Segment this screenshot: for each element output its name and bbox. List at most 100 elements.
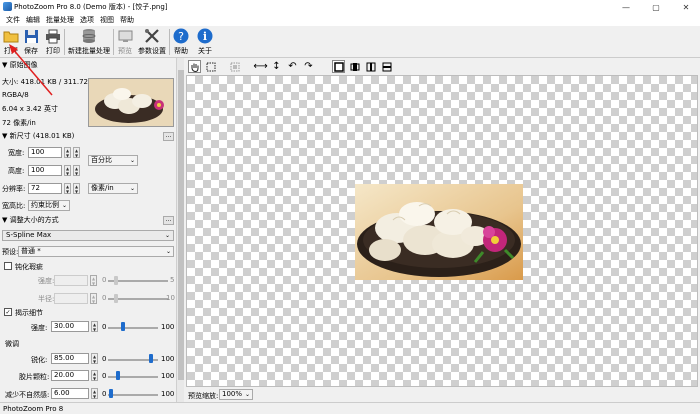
radius-max: 10 (166, 294, 175, 302)
resolution-spinner-alt[interactable]: ▲ ▼ (73, 183, 80, 194)
fit-width-icon[interactable]: ⟷ (253, 60, 267, 73)
status-text: PhotoZoom Pro 8 (3, 405, 64, 413)
sharpen-spinner[interactable]: ▲ ▼ (91, 353, 98, 364)
split-vertical-icon[interactable] (348, 60, 361, 73)
detail-label: 揭示细节 (15, 309, 43, 317)
chevron-down-icon: ⌄ (164, 232, 170, 239)
toolbar: 打开 保存 打印 新建批量处理 预览 参数设置 ? 帮助 i 关于 (0, 26, 700, 58)
film-grain-input[interactable]: 20.00 (51, 370, 89, 381)
fit-selection-icon[interactable] (228, 60, 241, 73)
preset-select[interactable]: 普通 * ⌄ (18, 246, 174, 257)
strength-slider-thumb[interactable] (114, 276, 118, 285)
settings-button[interactable]: 参数设置 (137, 27, 167, 57)
size-unit-select[interactable]: 百分比 ⌄ (88, 155, 138, 166)
resolution-input[interactable]: 72 (28, 183, 62, 194)
noise-checkbox[interactable] (4, 262, 12, 270)
resize-section-header[interactable]: ▼ 调整大小的方式 (2, 215, 59, 225)
film-grain-spinner[interactable]: ▲ ▼ (91, 370, 98, 381)
minimize-button[interactable]: — (612, 0, 640, 14)
panel-scrollbar[interactable] (176, 58, 184, 402)
newsize-more-button[interactable]: … (163, 132, 174, 141)
zoom-label: 预览缩放: (188, 392, 219, 400)
strength-label: 强度: (38, 277, 55, 285)
newsize-section-header[interactable]: ▼ 新尺寸 (418.01 KB) (2, 131, 74, 141)
menu-bar: 文件 编辑 批量处理 选项 视图 帮助 (0, 14, 700, 26)
strength-max: 5 (170, 276, 175, 284)
detail-checkbox[interactable]: ✓ (4, 308, 12, 316)
radius-input[interactable] (54, 293, 88, 304)
database-icon (80, 27, 98, 45)
height-spinner[interactable]: ▲ ▼ (64, 165, 71, 176)
width-spinner-alt[interactable]: ▲ ▼ (73, 147, 80, 158)
width-spinner[interactable]: ▲ ▼ (64, 147, 71, 158)
svg-text:?: ? (178, 30, 184, 43)
artifact-spinner[interactable]: ▲ ▼ (91, 388, 98, 399)
detail-strength-slider-thumb[interactable] (121, 322, 125, 331)
artifact-slider[interactable] (108, 394, 158, 396)
menu-batch[interactable]: 批量处理 (43, 14, 77, 26)
strength-input[interactable] (54, 275, 88, 286)
annotation-arrow (9, 44, 53, 96)
rotate-right-icon[interactable]: ↷ (302, 60, 315, 73)
hand-tool-icon[interactable] (188, 60, 201, 73)
menu-edit[interactable]: 编辑 (23, 14, 43, 26)
zoom-select[interactable]: 100% ⌄ (219, 389, 253, 400)
close-button[interactable]: ✕ (672, 0, 700, 14)
preview-canvas[interactable] (186, 75, 698, 387)
sharpen-label: 锐化: (31, 356, 48, 364)
chevron-down-icon: ⌄ (165, 248, 171, 255)
detail-strength-input[interactable]: 30.00 (51, 321, 89, 332)
info-icon: i (196, 27, 214, 45)
menu-file[interactable]: 文件 (3, 14, 23, 26)
crop-tool-icon[interactable] (204, 60, 217, 73)
help-button[interactable]: ? 帮助 (172, 27, 190, 57)
height-input[interactable]: 100 (28, 165, 62, 176)
detail-strength-slider[interactable] (108, 327, 158, 329)
resolution-spinner[interactable]: ▲ ▼ (64, 183, 71, 194)
side-by-side-icon[interactable] (364, 60, 377, 73)
resolution-unit-select[interactable]: 像素/in ⌄ (88, 183, 138, 194)
scrollbar-thumb[interactable] (178, 70, 184, 380)
view-toolbar: ⟷ ↕ ↶ ↷ (186, 58, 698, 75)
maximize-button[interactable]: ▢ (642, 0, 670, 14)
batch-button[interactable]: 新建批量处理 (67, 27, 111, 57)
film-grain-slider-thumb[interactable] (116, 371, 120, 380)
settings-panel: ▼ 原始图像 大小: 418.01 KB / 311.72 KB RGBA/8 … (0, 58, 176, 402)
detail-strength-spinner[interactable]: ▲ ▼ (91, 321, 98, 332)
aspect-select[interactable]: 约束比例 ⌄ (28, 200, 70, 211)
artifact-input[interactable]: 6.00 (51, 388, 89, 399)
radius-slider-thumb[interactable] (114, 294, 118, 303)
single-view-icon[interactable] (332, 60, 345, 73)
svg-text:i: i (203, 30, 207, 43)
status-bar: PhotoZoom Pro 8 (0, 402, 700, 414)
height-spinner-alt[interactable]: ▲ ▼ (73, 165, 80, 176)
original-dimensions: 6.04 x 3.42 英寸 (2, 105, 58, 113)
resize-method-select[interactable]: S-Spline Max ⌄ (2, 230, 174, 241)
resize-more-button[interactable]: … (163, 216, 174, 225)
menu-options[interactable]: 选项 (77, 14, 97, 26)
chevron-down-icon: ⌄ (244, 391, 250, 398)
stacked-view-icon[interactable] (380, 60, 393, 73)
monitor-icon (116, 27, 134, 45)
detail-max: 100 (161, 323, 175, 331)
original-resolution: 72 像素/in (2, 119, 36, 127)
menu-view[interactable]: 视图 (97, 14, 117, 26)
strength-spinner[interactable]: ▲ ▼ (90, 275, 97, 286)
chevron-down-icon: ⌄ (61, 202, 67, 209)
rotate-left-icon[interactable]: ↶ (286, 60, 299, 73)
radius-spinner[interactable]: ▲ ▼ (90, 293, 97, 304)
artifact-slider-thumb[interactable] (109, 389, 113, 398)
artifact-min: 0 (102, 390, 107, 398)
sharpen-input[interactable]: 85.00 (51, 353, 89, 364)
film-grain-min: 0 (102, 372, 107, 380)
width-input[interactable]: 100 (28, 147, 62, 158)
sharpen-slider-thumb[interactable] (148, 354, 153, 363)
height-label: 高度: (8, 167, 25, 175)
toolbar-separator (169, 29, 170, 55)
about-button[interactable]: i 关于 (196, 27, 214, 57)
artifact-label: 减少不自然感: (5, 391, 50, 399)
fit-height-icon[interactable]: ↕ (270, 60, 283, 73)
menu-help[interactable]: 帮助 (117, 14, 137, 26)
aspect-label: 宽高比: (2, 202, 26, 210)
preview-button[interactable]: 预览 (116, 27, 134, 57)
